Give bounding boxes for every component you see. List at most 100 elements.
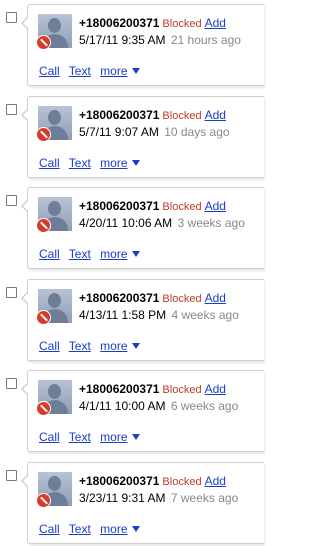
- avatar-head: [48, 476, 61, 491]
- text-link[interactable]: Text: [69, 64, 91, 78]
- select-checkbox[interactable]: [6, 104, 17, 115]
- history-card: +18006200371 Blocked Add 3/23/11 9:31 AM 7…: [21, 462, 264, 544]
- more-link[interactable]: more: [100, 430, 127, 444]
- call-datetime: 5/17/11 9:35 AM: [79, 33, 166, 47]
- history-card: +18006200371 Blocked Add 5/17/11 9:35 AM 2…: [21, 4, 264, 86]
- timestamp-line: 5/7/11 9:07 AM 10 days ago: [79, 124, 230, 140]
- relative-time: 6 weeks ago: [170, 399, 239, 413]
- add-contact-link[interactable]: Add: [205, 199, 226, 213]
- blocked-status: Blocked: [162, 384, 202, 396]
- blocked-status: Blocked: [162, 476, 202, 488]
- timestamp-line: 4/20/11 10:06 AM 3 weeks ago: [79, 215, 245, 231]
- triangle-down-icon[interactable]: [131, 68, 140, 74]
- select-checkbox[interactable]: [6, 378, 17, 389]
- contact-line: +18006200371 Blocked Add: [79, 473, 226, 490]
- call-datetime: 4/1/11 10:00 AM: [79, 399, 166, 413]
- contact-line: +18006200371 Blocked Add: [79, 381, 226, 398]
- triangle-down-icon[interactable]: [131, 160, 140, 166]
- bubble-tail-inner: [23, 383, 29, 395]
- timestamp-line: 4/13/11 1:58 PM 4 weeks ago: [79, 307, 239, 323]
- bubble-tail-inner: [23, 475, 29, 487]
- phone-number[interactable]: +18006200371: [79, 474, 159, 488]
- phone-number[interactable]: +18006200371: [79, 382, 159, 396]
- text-link[interactable]: Text: [69, 522, 91, 536]
- actions-row: Call Text more: [39, 246, 140, 262]
- more-link[interactable]: more: [100, 339, 127, 353]
- phone-number[interactable]: +18006200371: [79, 108, 159, 122]
- blocked-status: Blocked: [162, 18, 202, 30]
- relative-time: 7 weeks ago: [170, 491, 239, 505]
- bubble-tail-inner: [23, 17, 29, 29]
- blocked-status: Blocked: [162, 110, 202, 122]
- text-link[interactable]: Text: [69, 156, 91, 170]
- actions-row: Call Text more: [39, 63, 140, 79]
- contact-line: +18006200371 Blocked Add: [79, 107, 226, 124]
- phone-number[interactable]: +18006200371: [79, 199, 159, 213]
- more-link[interactable]: more: [100, 156, 127, 170]
- history-card: +18006200371 Blocked Add 4/1/11 10:00 AM 6…: [21, 370, 264, 452]
- relative-time: 4 weeks ago: [171, 308, 239, 322]
- triangle-down-icon[interactable]: [131, 343, 140, 349]
- contact-line: +18006200371 Blocked Add: [79, 15, 226, 32]
- timestamp-line: 5/17/11 9:35 AM 21 hours ago: [79, 32, 241, 48]
- relative-time: 10 days ago: [164, 125, 230, 139]
- avatar-head: [48, 384, 61, 399]
- add-contact-link[interactable]: Add: [205, 474, 226, 488]
- avatar-head: [48, 18, 61, 33]
- call-datetime: 4/20/11 10:06 AM: [79, 216, 173, 230]
- bubble-tail-inner: [23, 109, 29, 121]
- add-contact-link[interactable]: Add: [205, 382, 226, 396]
- blocked-icon: [36, 401, 51, 416]
- add-contact-link[interactable]: Add: [205, 108, 226, 122]
- call-link[interactable]: Call: [39, 522, 60, 536]
- triangle-down-icon[interactable]: [131, 251, 140, 257]
- triangle-down-icon[interactable]: [131, 434, 140, 440]
- select-checkbox[interactable]: [6, 195, 17, 206]
- history-card: +18006200371 Blocked Add 4/20/11 10:06 AM …: [21, 187, 264, 269]
- add-contact-link[interactable]: Add: [205, 16, 226, 30]
- call-link[interactable]: Call: [39, 156, 60, 170]
- call-link[interactable]: Call: [39, 64, 60, 78]
- history-item: +18006200371 Blocked Add 3/23/11 9:31 AM 7…: [0, 462, 264, 546]
- select-checkbox[interactable]: [6, 470, 17, 481]
- history-card: +18006200371 Blocked Add 5/7/11 9:07 AM 10…: [21, 96, 264, 178]
- select-checkbox[interactable]: [6, 12, 17, 23]
- actions-row: Call Text more: [39, 155, 140, 171]
- history-item: +18006200371 Blocked Add 5/7/11 9:07 AM 10…: [0, 96, 264, 184]
- more-link[interactable]: more: [100, 522, 127, 536]
- bubble-tail-inner: [23, 200, 29, 212]
- phone-number[interactable]: +18006200371: [79, 16, 159, 30]
- blocked-status: Blocked: [162, 293, 202, 305]
- call-datetime: 5/7/11 9:07 AM: [79, 125, 159, 139]
- actions-row: Call Text more: [39, 521, 140, 537]
- relative-time: 3 weeks ago: [177, 216, 245, 230]
- history-card: +18006200371 Blocked Add 4/13/11 1:58 PM 4…: [21, 279, 264, 361]
- blocked-icon: [36, 127, 51, 142]
- blocked-icon: [36, 310, 51, 325]
- contact-line: +18006200371 Blocked Add: [79, 290, 226, 307]
- triangle-down-icon[interactable]: [131, 526, 140, 532]
- bubble-tail-inner: [23, 292, 29, 304]
- actions-row: Call Text more: [39, 429, 140, 445]
- more-link[interactable]: more: [100, 247, 127, 261]
- call-link[interactable]: Call: [39, 339, 60, 353]
- add-contact-link[interactable]: Add: [205, 291, 226, 305]
- text-link[interactable]: Text: [69, 339, 91, 353]
- blocked-icon: [36, 218, 51, 233]
- phone-number[interactable]: +18006200371: [79, 291, 159, 305]
- call-history-list: +18006200371 Blocked Add 5/17/11 9:35 AM 2…: [0, 0, 264, 546]
- timestamp-line: 4/1/11 10:00 AM 6 weeks ago: [79, 398, 238, 414]
- history-item: +18006200371 Blocked Add 4/20/11 10:06 AM …: [0, 187, 264, 275]
- avatar-head: [48, 201, 61, 216]
- call-datetime: 4/13/11 1:58 PM: [79, 308, 167, 322]
- history-item: +18006200371 Blocked Add 4/1/11 10:00 AM 6…: [0, 370, 264, 458]
- call-link[interactable]: Call: [39, 430, 60, 444]
- history-item: +18006200371 Blocked Add 4/13/11 1:58 PM 4…: [0, 279, 264, 367]
- select-checkbox[interactable]: [6, 287, 17, 298]
- text-link[interactable]: Text: [69, 247, 91, 261]
- avatar-head: [48, 110, 61, 125]
- contact-line: +18006200371 Blocked Add: [79, 198, 226, 215]
- more-link[interactable]: more: [100, 64, 127, 78]
- text-link[interactable]: Text: [69, 430, 91, 444]
- call-link[interactable]: Call: [39, 247, 60, 261]
